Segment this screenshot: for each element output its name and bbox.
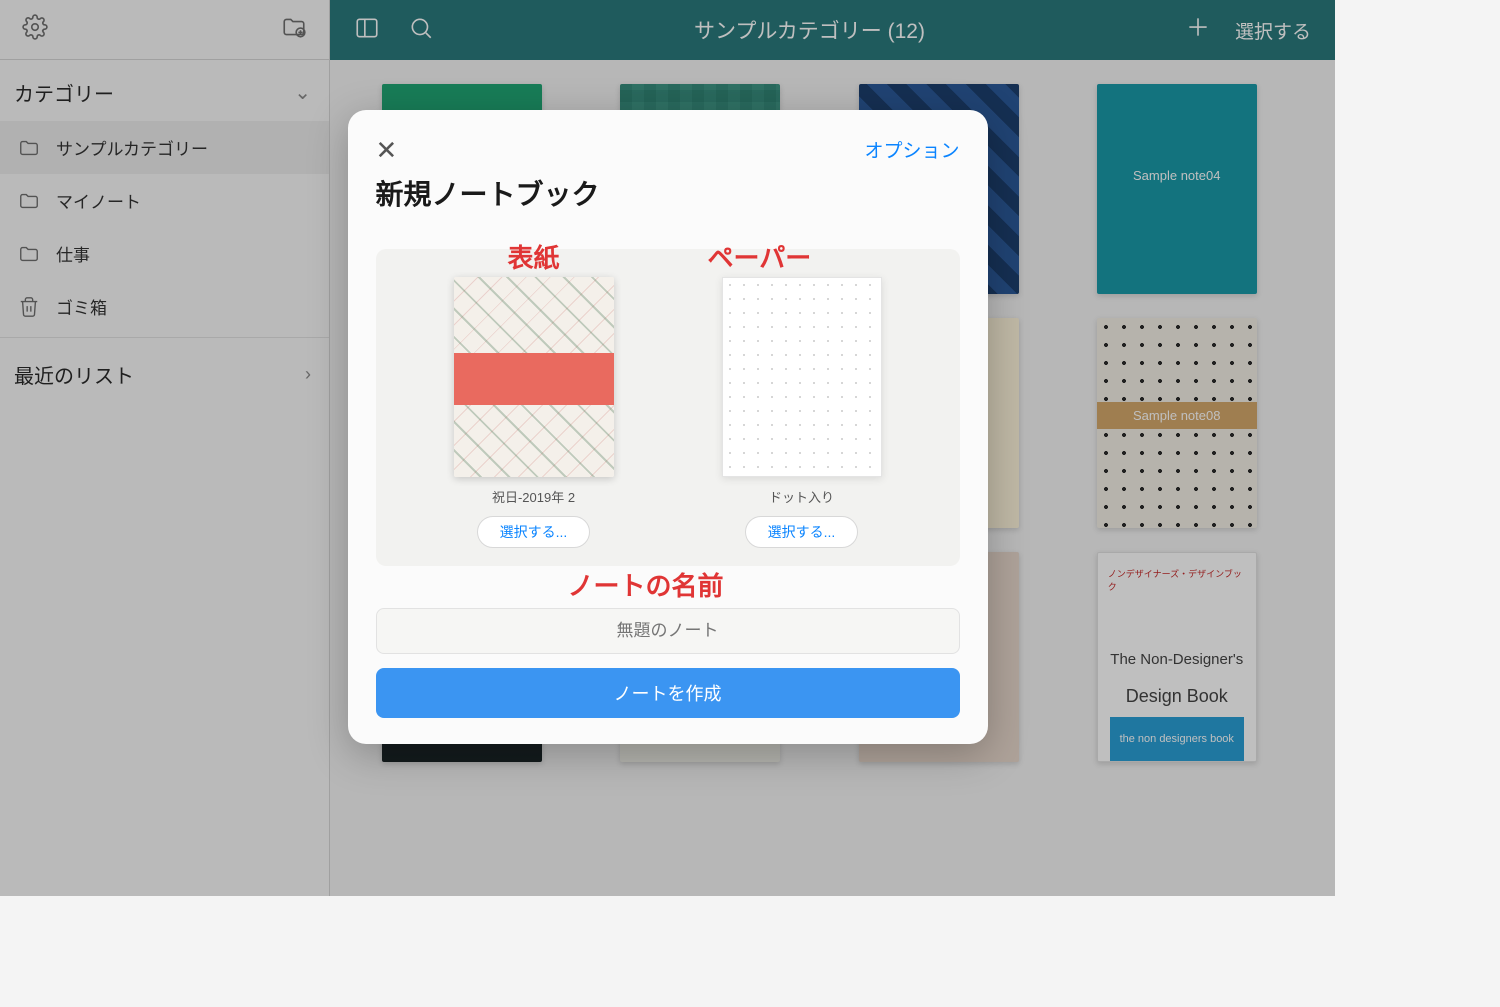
notebook-name-input[interactable] (376, 608, 960, 654)
select-cover-button[interactable]: 選択する... (477, 516, 591, 548)
cover-preview[interactable] (454, 277, 614, 477)
create-notebook-button[interactable]: ノートを作成 (376, 668, 960, 718)
picker-row: 祝日-2019年 2 選択する... ドット入り 選択する... (376, 249, 960, 566)
paper-name: ドット入り (769, 487, 834, 506)
new-notebook-modal: ✕ オプション 新規ノートブック 表紙 ペーパー ノートの名前 祝日-2019年… (348, 110, 988, 744)
paper-picker: ドット入り 選択する... (722, 277, 882, 548)
cover-picker: 祝日-2019年 2 選択する... (454, 277, 614, 548)
paper-preview[interactable] (722, 277, 882, 477)
close-icon[interactable]: ✕ (376, 137, 398, 163)
modal-overlay[interactable]: ✕ オプション 新規ノートブック 表紙 ペーパー ノートの名前 祝日-2019年… (0, 0, 1335, 896)
options-button[interactable]: オプション (864, 136, 959, 163)
annotation-name: ノートの名前 (568, 566, 724, 603)
modal-title: 新規ノートブック (376, 173, 960, 213)
select-paper-button[interactable]: 選択する... (745, 516, 859, 548)
cover-name: 祝日-2019年 2 (492, 487, 575, 506)
